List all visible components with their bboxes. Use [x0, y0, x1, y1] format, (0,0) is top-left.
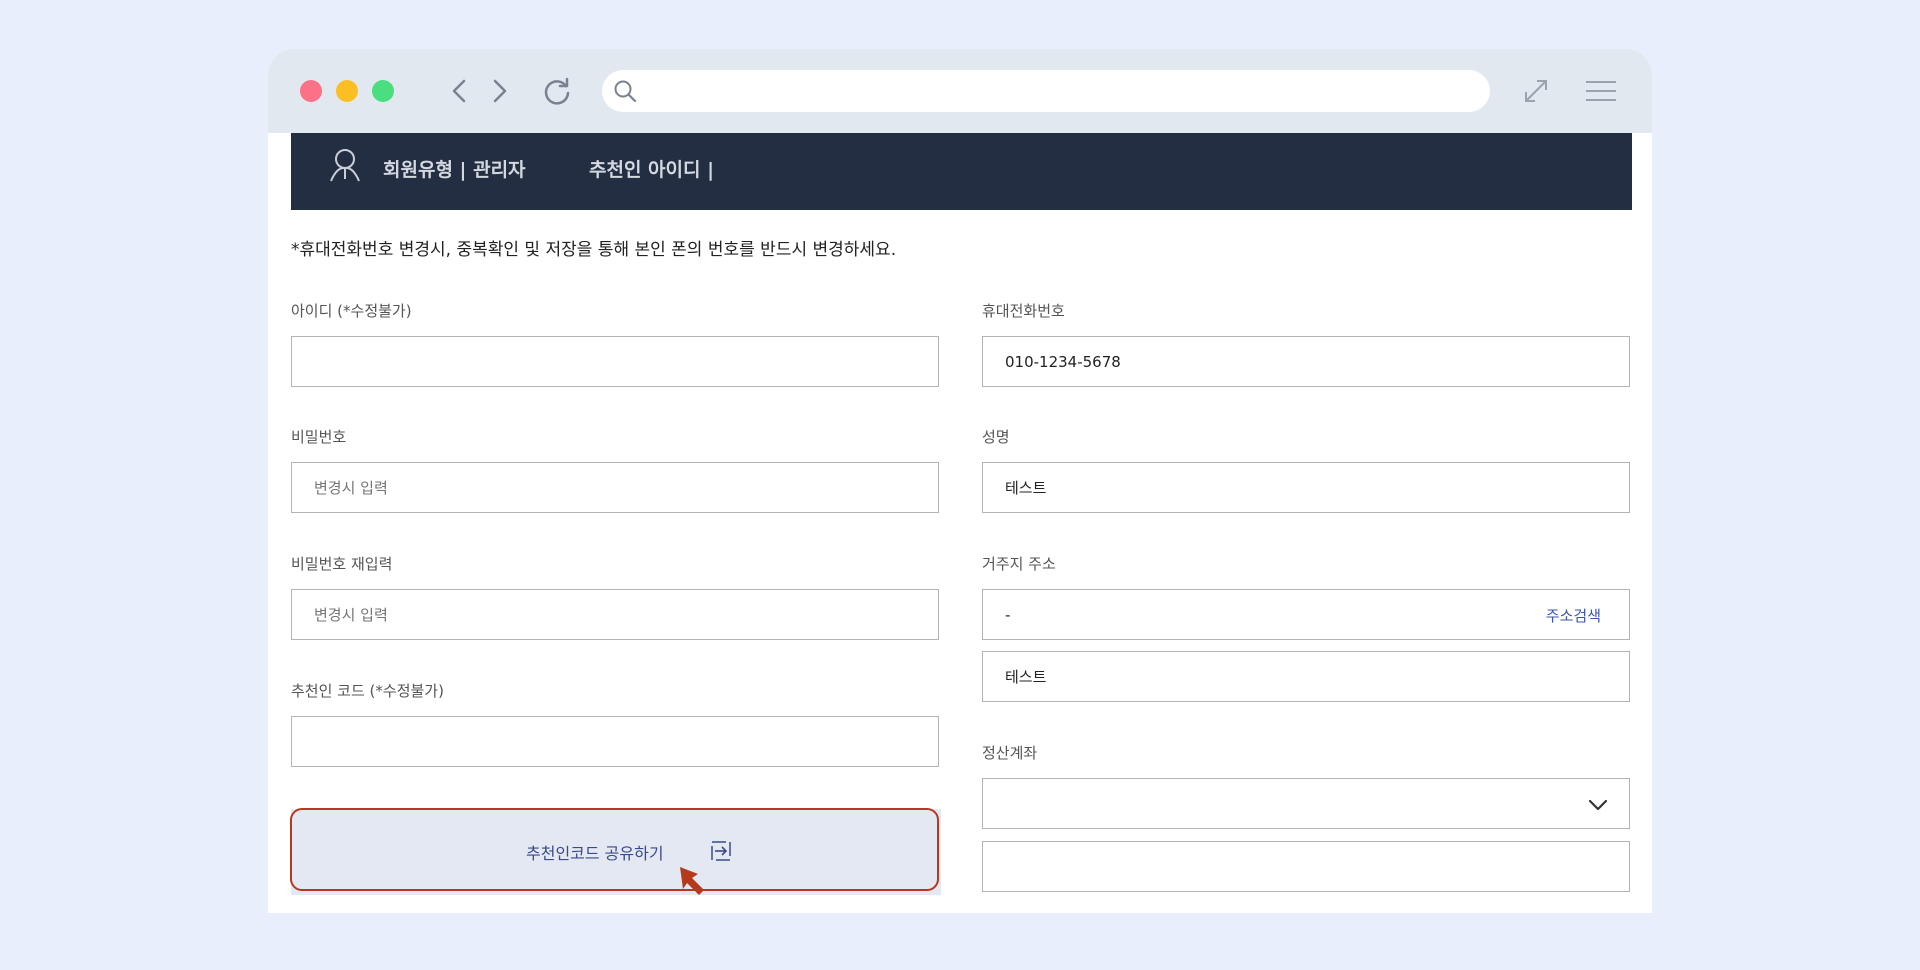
address-field[interactable]: 주소검색 — [982, 589, 1630, 640]
phone-label: 휴대전화번호 — [982, 302, 1065, 320]
browser-window: 회원유형 | 관리자 추천인 아이디 | *휴대전화번호 변경시, 중복확인 및… — [268, 49, 1652, 913]
id-input[interactable] — [292, 337, 938, 386]
referral-code-label: 추천인 코드 (*수정불가) — [291, 682, 444, 700]
address-label: 거주지 주소 — [982, 555, 1056, 573]
address-detail-field[interactable] — [982, 651, 1630, 702]
name-label: 성명 — [982, 428, 1010, 446]
search-icon — [614, 80, 637, 103]
browser-toolbar — [268, 49, 1652, 133]
account-number-field[interactable] — [982, 841, 1630, 892]
name-input[interactable] — [983, 463, 1629, 512]
phone-change-notice: *휴대전화번호 변경시, 중복확인 및 저장을 통해 본인 폰의 번호를 반드시… — [291, 240, 897, 260]
id-field[interactable] — [291, 336, 939, 387]
id-label: 아이디 (*수정불가) — [291, 302, 412, 320]
share-referral-code-button[interactable]: 추천인코드 공유하기 — [290, 808, 939, 891]
share-button-label: 추천인코드 공유하기 — [526, 844, 664, 863]
password-confirm-label: 비밀번호 재입력 — [291, 555, 393, 573]
minimize-window-button[interactable] — [336, 80, 358, 102]
bank-select[interactable] — [982, 778, 1630, 829]
address-detail-input[interactable] — [983, 652, 1629, 701]
chevron-down-icon — [1588, 799, 1608, 811]
expand-icon[interactable] — [1520, 75, 1552, 107]
password-confirm-input[interactable] — [292, 590, 938, 639]
phone-input[interactable] — [983, 337, 1629, 386]
member-type-text: 회원유형 | 관리자 — [383, 159, 526, 181]
bank-select-value[interactable] — [983, 779, 1629, 828]
reload-icon[interactable] — [541, 75, 573, 107]
password-confirm-field[interactable] — [291, 589, 939, 640]
account-number-input[interactable] — [983, 842, 1629, 891]
close-window-button[interactable] — [300, 80, 322, 102]
password-input[interactable] — [292, 463, 938, 512]
referral-code-input[interactable] — [292, 717, 938, 766]
address-input[interactable] — [983, 590, 1629, 639]
password-field[interactable] — [291, 462, 939, 513]
maximize-window-button[interactable] — [372, 80, 394, 102]
name-field[interactable] — [982, 462, 1630, 513]
member-info-bar: 회원유형 | 관리자 추천인 아이디 | — [291, 133, 1632, 210]
account-label: 정산계좌 — [982, 744, 1038, 762]
referral-code-field[interactable] — [291, 716, 939, 767]
referrer-id-text: 추천인 아이디 | — [589, 159, 715, 181]
forward-icon[interactable] — [483, 75, 515, 107]
back-icon[interactable] — [444, 75, 476, 107]
menu-icon[interactable] — [1584, 75, 1616, 107]
phone-field[interactable] — [982, 336, 1630, 387]
share-icon — [711, 841, 731, 861]
pointer-cursor-icon — [680, 867, 704, 895]
user-icon — [330, 149, 360, 182]
url-input[interactable] — [646, 76, 1470, 108]
password-label: 비밀번호 — [291, 428, 347, 446]
address-bar[interactable] — [602, 70, 1490, 112]
address-search-button[interactable]: 주소검색 — [1546, 605, 1601, 626]
